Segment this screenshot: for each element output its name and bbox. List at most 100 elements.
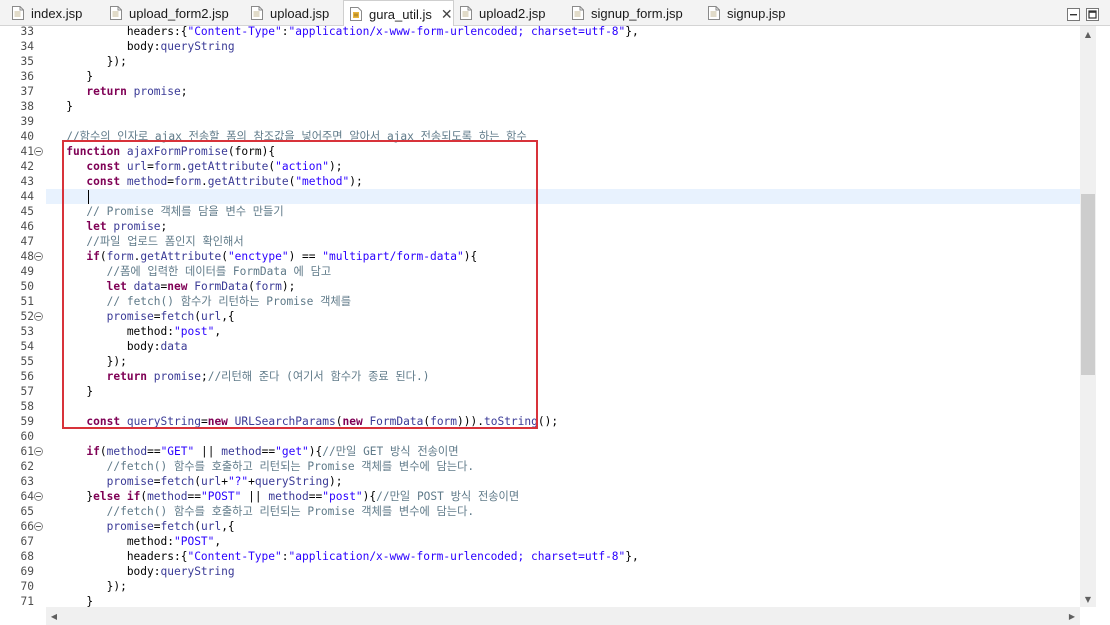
- fold-toggle-icon[interactable]: [34, 147, 43, 156]
- code-token: +: [221, 475, 228, 488]
- code-token: ,: [214, 535, 222, 548]
- code-token: method:: [46, 535, 174, 548]
- code-token: +: [248, 475, 255, 488]
- code-token: queryString: [254, 475, 329, 488]
- code-token: (: [194, 475, 201, 488]
- line-number: 69: [20, 565, 34, 578]
- code-token: ||: [194, 445, 222, 458]
- code-token: promise: [133, 85, 181, 98]
- vertical-scroll-thumb[interactable]: [1081, 194, 1095, 375]
- scroll-up-icon[interactable]: ▲: [1080, 26, 1096, 42]
- line-number: 59: [20, 415, 34, 428]
- scroll-right-icon[interactable]: ▶: [1064, 608, 1080, 624]
- fold-toggle-icon[interactable]: [34, 252, 43, 261]
- code-line[interactable]: });: [46, 54, 127, 69]
- code-line[interactable]: body:queryString: [46, 564, 235, 579]
- fold-toggle-icon[interactable]: [34, 312, 43, 321]
- line-number: 51: [20, 295, 34, 308]
- horizontal-scrollbar[interactable]: ◀ ▶: [46, 607, 1080, 625]
- code-token: ||: [241, 490, 269, 503]
- code-token: "?": [227, 475, 249, 488]
- code-line[interactable]: //fetch() 함수를 호출하고 리턴되는 Promise 객체를 변수에 …: [46, 459, 475, 474]
- line-number: 40: [20, 130, 34, 143]
- code-editor[interactable]: 33 34 35 36 37 38 39 40 41 42 43 44 45 46 47 48 49 50 51 52…: [0, 25, 1110, 625]
- line-number: 43: [20, 175, 34, 188]
- code-token: //만일 POST 방식 전송이면: [376, 490, 520, 503]
- tab-upload-form2-jsp[interactable]: upload_form2.jsp: [104, 0, 229, 26]
- code-line[interactable]: promise=fetch(url+"?"+queryString);: [46, 474, 343, 489]
- jsp-file-icon: [12, 6, 24, 20]
- code-token: (: [194, 520, 201, 533]
- fold-toggle-icon[interactable]: [34, 492, 43, 501]
- code-line[interactable]: }: [46, 99, 73, 114]
- line-number: 34: [20, 40, 34, 53]
- maximize-icon[interactable]: [1086, 6, 1099, 21]
- code-token: }: [46, 70, 94, 83]
- code-line[interactable]: return promise;: [46, 84, 187, 99]
- code-token: promise: [106, 475, 154, 488]
- tab-gura-util-js[interactable]: gura_util.js ✕: [343, 0, 454, 27]
- code-line[interactable]: body:queryString: [46, 39, 235, 54]
- line-number: 48: [20, 250, 34, 263]
- tab-upload-jsp[interactable]: upload.jsp: [245, 0, 329, 26]
- line-number: 54: [20, 340, 34, 353]
- minimize-icon[interactable]: [1067, 6, 1080, 21]
- tab-index-jsp[interactable]: index.jsp: [6, 0, 82, 26]
- code-token: queryString: [160, 565, 235, 578]
- tab-upload2-jsp[interactable]: upload2.jsp: [454, 0, 546, 26]
- line-number: 33: [20, 25, 34, 38]
- code-line[interactable]: //fetch() 함수를 호출하고 리턴되는 Promise 객체를 변수에 …: [46, 504, 475, 519]
- code-token: ==: [308, 490, 323, 503]
- js-file-icon: [350, 7, 362, 21]
- tab-signup-jsp[interactable]: signup.jsp: [702, 0, 786, 26]
- code-line[interactable]: }: [46, 69, 93, 84]
- code-token: ,{: [221, 520, 235, 533]
- jsp-file-icon: [251, 6, 263, 20]
- code-token: );: [329, 475, 343, 488]
- code-line[interactable]: promise=fetch(url,{: [46, 519, 235, 534]
- line-number: 36: [20, 70, 34, 83]
- code-token: }: [46, 490, 94, 503]
- code-line[interactable]: headers:{"Content-Type":"application/x-w…: [46, 549, 639, 564]
- code-token: "get": [275, 445, 309, 458]
- line-number: 41: [20, 145, 34, 158]
- tab-signup-form-jsp[interactable]: signup_form.jsp: [566, 0, 683, 26]
- code-token: "post": [322, 490, 363, 503]
- code-line[interactable]: });: [46, 579, 127, 594]
- tab-label: upload.jsp: [270, 5, 330, 21]
- close-tab-icon[interactable]: ✕: [441, 7, 453, 21]
- code-token: promise: [106, 520, 154, 533]
- code-line[interactable]: if(method=="GET" || method=="get"){//만일 …: [46, 444, 458, 459]
- annotation-highlight-box: [62, 140, 538, 429]
- line-number: 58: [20, 400, 34, 413]
- code-token: "GET": [160, 445, 195, 458]
- code-token: method: [106, 445, 148, 458]
- code-token: (: [99, 445, 107, 458]
- tab-label: upload2.jsp: [479, 5, 546, 21]
- tab-label: signup_form.jsp: [591, 5, 683, 21]
- line-number: 65: [20, 505, 34, 518]
- line-number: 70: [20, 580, 34, 593]
- code-token: ==: [261, 445, 276, 458]
- fold-toggle-icon[interactable]: [34, 522, 43, 531]
- line-number: 57: [20, 385, 34, 398]
- line-number: 55: [20, 355, 34, 368]
- code-line[interactable]: }: [46, 594, 93, 607]
- scroll-left-icon[interactable]: ◀: [46, 608, 62, 624]
- scroll-down-icon[interactable]: ▼: [1080, 591, 1096, 607]
- line-number: 66: [20, 520, 34, 533]
- code-token: fetch: [160, 520, 195, 533]
- jsp-file-icon: [572, 6, 584, 20]
- code-line[interactable]: }else if(method=="POST" || method=="post…: [46, 489, 519, 504]
- code-token: headers:{: [46, 550, 188, 563]
- code-line[interactable]: method:"POST",: [46, 534, 221, 549]
- code-token: "POST": [173, 535, 215, 548]
- code-token: ){: [362, 490, 377, 503]
- fold-toggle-icon[interactable]: [34, 447, 43, 456]
- code-token: "Content-Type": [187, 550, 282, 563]
- code-line[interactable]: headers:{"Content-Type":"application/x-w…: [46, 26, 639, 39]
